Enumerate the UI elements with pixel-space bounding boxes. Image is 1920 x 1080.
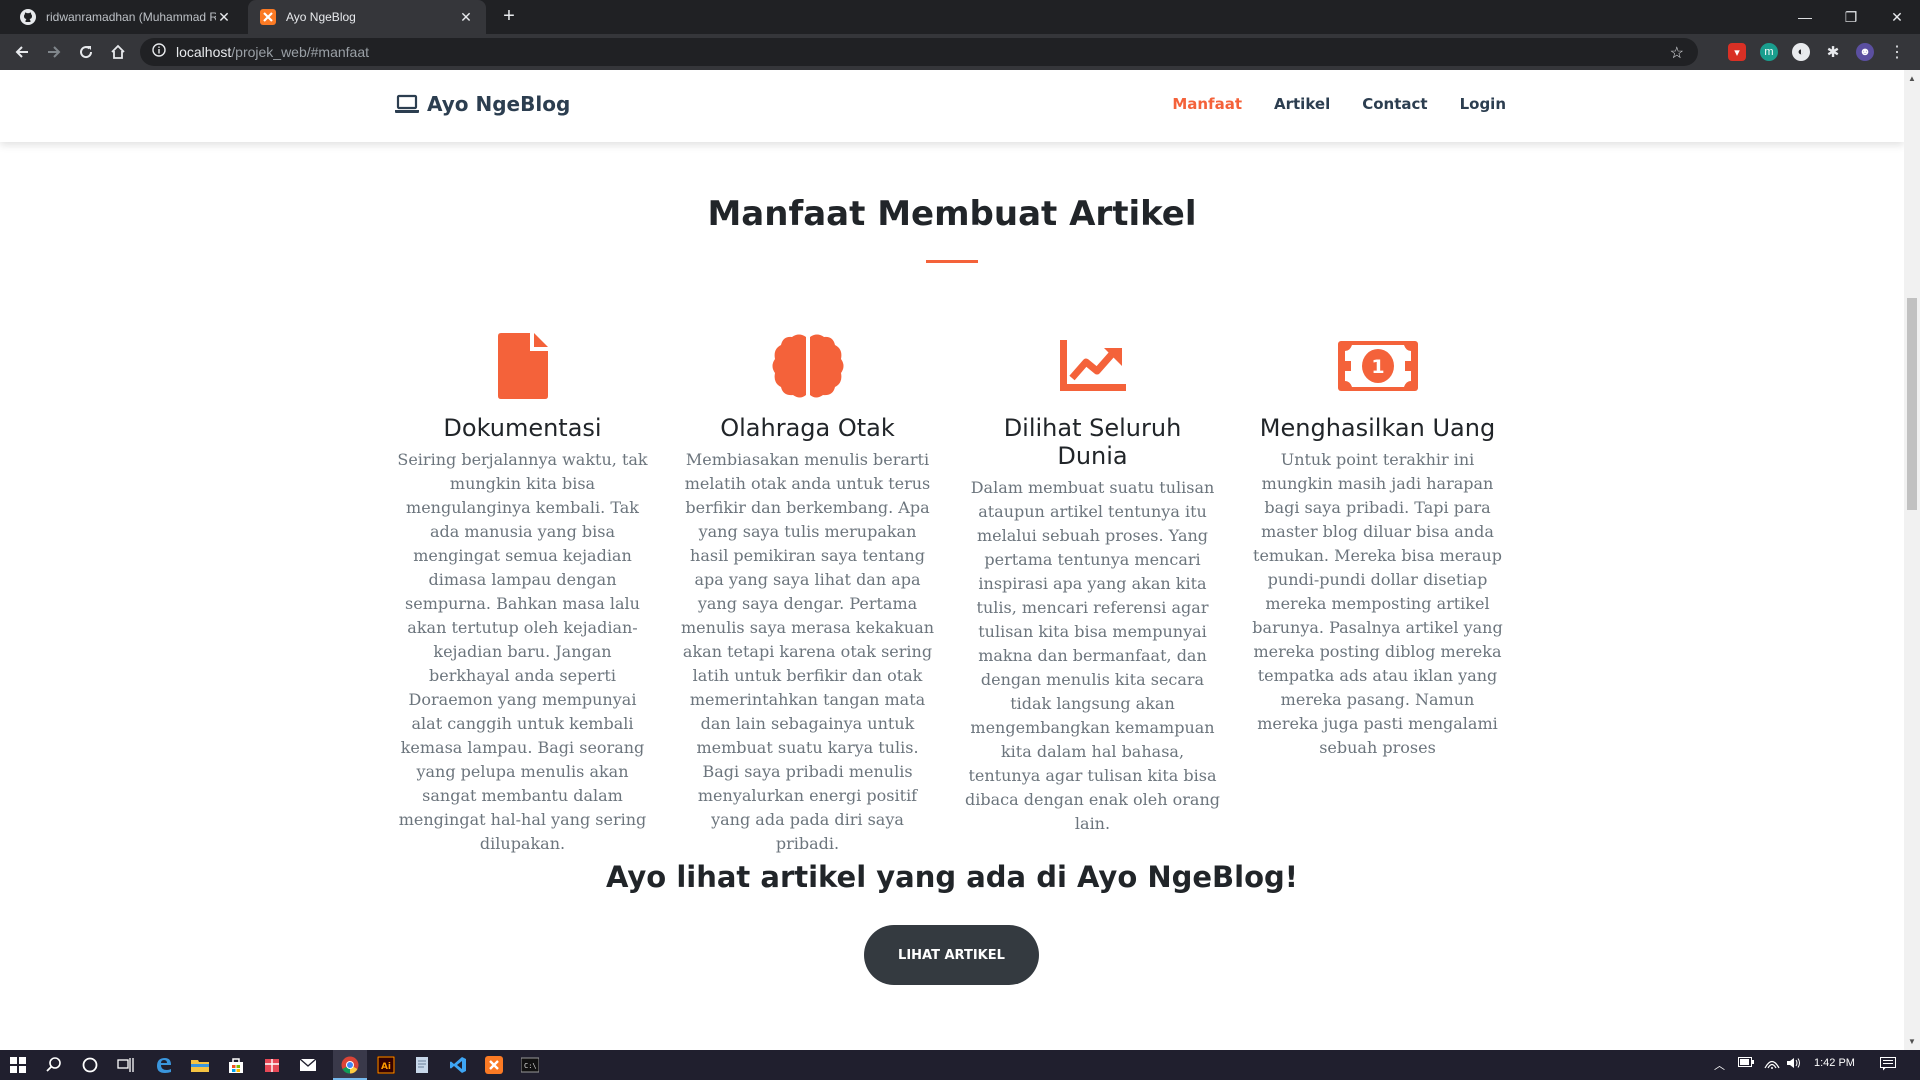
xampp-taskbar-icon[interactable]	[484, 1055, 504, 1075]
title-divider	[926, 260, 978, 263]
feature-menghasilkan-uang: 1 Menghasilkan Uang Untuk point terakhir…	[1250, 332, 1505, 856]
scrollbar-thumb[interactable]	[1907, 298, 1917, 510]
profile-avatar[interactable]: ☻	[1856, 43, 1874, 61]
feature-olahraga-otak: Olahraga Otak Membiasakan menulis berart…	[680, 332, 935, 856]
restore-button[interactable]: ❐	[1828, 0, 1874, 34]
browser-tab-ayo-ngeblog[interactable]: Ayo NgeBlog ✕	[248, 0, 486, 34]
close-tab-icon[interactable]: ✕	[458, 9, 474, 25]
nav-link-manfaat[interactable]: Manfaat	[1172, 95, 1242, 113]
illustrator-icon[interactable]: Ai	[376, 1055, 396, 1075]
feature-text: Seiring berjalannya waktu, tak mungkin k…	[397, 450, 648, 853]
browser-menu-icon[interactable]: ⋮	[1888, 43, 1906, 61]
address-bar[interactable]: localhost/projek_web/#manfaat ☆	[140, 38, 1698, 66]
tray-chevron-icon[interactable]: ︿	[1714, 1057, 1725, 1073]
svg-text:C:\: C:\	[524, 1062, 537, 1070]
feature-title: Dilihat Seluruh Dunia	[1003, 414, 1182, 470]
feature-text: Untuk point terakhir ini mungkin masih j…	[1252, 450, 1503, 757]
brand-name: Ayo NgeBlog	[427, 92, 571, 116]
vscode-icon[interactable]	[448, 1055, 468, 1075]
pocket-extension-icon[interactable]: ▾	[1728, 43, 1746, 61]
new-tab-button[interactable]: +	[498, 6, 520, 28]
mail-icon[interactable]	[298, 1055, 318, 1075]
feature-title: Dokumentasi	[443, 414, 602, 442]
m-extension-icon[interactable]: m	[1760, 43, 1778, 61]
feature-title: Menghasilkan Uang	[1259, 414, 1496, 442]
feature-title: Olahraga Otak	[720, 414, 895, 442]
windows-taskbar: Ai C:\ ︿ 1:42 PM	[0, 1050, 1920, 1080]
svg-text:Ai: Ai	[381, 1062, 391, 1072]
file-explorer-icon[interactable]	[190, 1055, 210, 1075]
extensions-puzzle-icon[interactable]: ✱	[1824, 43, 1842, 61]
home-icon[interactable]	[106, 40, 130, 64]
nav-link-contact[interactable]: Contact	[1362, 95, 1427, 113]
minimize-button[interactable]: —	[1782, 0, 1828, 34]
page-scrollbar[interactable]: ▲ ▼	[1904, 70, 1920, 1050]
battery-icon[interactable]	[1738, 1057, 1754, 1070]
money-bill-icon: 1	[1250, 332, 1505, 400]
back-icon[interactable]	[10, 40, 34, 64]
info-icon[interactable]	[152, 42, 166, 62]
volume-icon[interactable]	[1786, 1057, 1802, 1072]
edge-icon[interactable]	[154, 1055, 174, 1075]
windows-start-icon[interactable]	[8, 1055, 28, 1075]
feature-text: Membiasakan menulis berarti melatih otak…	[680, 450, 935, 853]
feature-dokumentasi: Dokumentasi Seiring berjalannya waktu, t…	[395, 332, 650, 856]
lihat-artikel-button[interactable]: LIHAT ARTIKEL	[864, 925, 1039, 985]
nav-link-login[interactable]: Login	[1460, 95, 1506, 113]
cta-heading: Ayo lihat artikel yang ada di Ayo NgeBlo…	[605, 860, 1299, 894]
github-icon	[20, 9, 36, 25]
url-text: localhost/projek_web/#manfaat	[176, 44, 370, 60]
site-brand[interactable]: Ayo NgeBlog	[395, 92, 570, 116]
browser-tabstrip: ridwanramadhan (Muhammad Ri ✕ Ayo NgeBlo…	[0, 0, 1920, 34]
section-title: Manfaat Membuat Artikel	[707, 194, 1197, 234]
file-icon	[395, 332, 650, 400]
chart-line-icon	[965, 332, 1220, 400]
globe-extension-icon[interactable]: ◐	[1792, 43, 1810, 61]
close-window-button[interactable]: ✕	[1874, 0, 1920, 34]
tab-title: ridwanramadhan (Muhammad Ri	[46, 10, 216, 24]
search-icon[interactable]	[44, 1055, 64, 1075]
store-icon[interactable]	[226, 1055, 246, 1075]
clock-time[interactable]: 1:42 PM	[1814, 1057, 1855, 1069]
notes-app-icon[interactable]	[412, 1055, 432, 1075]
tab-title: Ayo NgeBlog	[286, 10, 356, 24]
task-view-icon[interactable]	[116, 1055, 136, 1075]
browser-toolbar: localhost/projek_web/#manfaat ☆ ▾ m ◐ ✱ …	[0, 34, 1920, 70]
svg-text:1: 1	[1371, 356, 1384, 378]
notification-icon[interactable]	[1880, 1057, 1896, 1074]
reload-icon[interactable]	[74, 40, 98, 64]
cortana-icon[interactable]	[80, 1055, 100, 1075]
gift-app-icon[interactable]	[262, 1055, 282, 1075]
terminal-icon[interactable]: C:\	[520, 1055, 540, 1075]
wifi-icon[interactable]	[1764, 1057, 1780, 1072]
xampp-icon	[260, 9, 276, 25]
features-row: Dokumentasi Seiring berjalannya waktu, t…	[395, 332, 1535, 856]
laptop-icon	[395, 94, 419, 114]
nav-links: Manfaat Artikel Contact Login	[1172, 95, 1506, 113]
nav-link-artikel[interactable]: Artikel	[1274, 95, 1330, 113]
scroll-up-icon[interactable]: ▲	[1908, 74, 1916, 83]
close-tab-icon[interactable]: ✕	[216, 9, 232, 25]
forward-icon[interactable]	[42, 40, 66, 64]
scroll-down-icon[interactable]: ▼	[1908, 1037, 1916, 1046]
brain-icon	[680, 332, 935, 400]
browser-tab-github[interactable]: ridwanramadhan (Muhammad Ri ✕	[8, 0, 244, 34]
chrome-icon[interactable]	[340, 1055, 360, 1075]
site-navbar: Ayo NgeBlog Manfaat Artikel Contact Logi…	[0, 70, 1904, 142]
feature-text: Dalam membuat suatu tulisan ataupun arti…	[965, 478, 1220, 833]
bookmark-star-icon[interactable]: ☆	[1670, 43, 1684, 63]
page-viewport: Ayo NgeBlog Manfaat Artikel Contact Logi…	[0, 70, 1904, 1050]
feature-dilihat-seluruh-dunia: Dilihat Seluruh Dunia Dalam membuat suat…	[965, 332, 1220, 856]
